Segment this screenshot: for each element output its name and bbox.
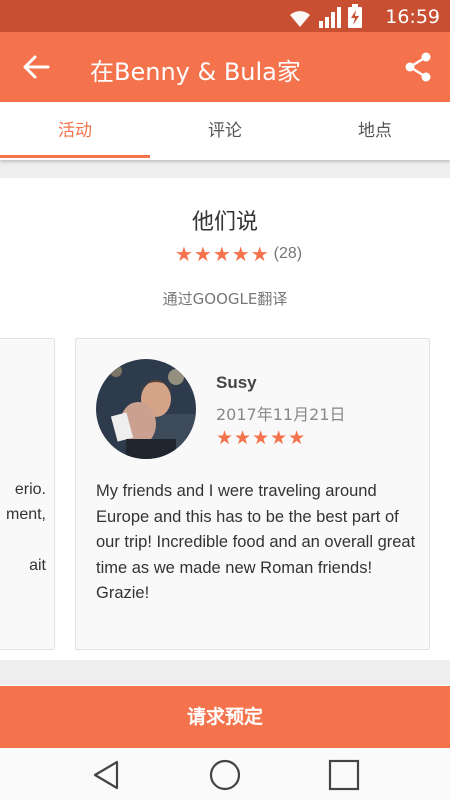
reviewer-avatar	[96, 359, 196, 459]
review-card[interactable]: Susy 2017年11月21日 ★★★★★ My friends and I …	[75, 338, 430, 650]
tab-reviews[interactable]: 评论	[150, 102, 300, 160]
previous-review-text-line: ait	[29, 557, 46, 574]
back-nav-icon[interactable]	[90, 758, 124, 792]
tab-location[interactable]: 地点	[300, 102, 450, 160]
battery-charging-icon	[348, 4, 362, 28]
overall-rating: ★★★★★ (28)	[175, 242, 302, 266]
wifi-icon	[290, 11, 310, 27]
page-title: 在Benny & Bula家	[90, 58, 301, 86]
app-bar: 在Benny & Bula家	[0, 32, 450, 102]
tab-activity[interactable]: 活动	[0, 102, 150, 160]
review-stars: ★★★★★	[216, 427, 307, 449]
recents-nav-icon[interactable]	[327, 758, 361, 792]
system-nav-bar	[0, 748, 450, 800]
signal-icon	[319, 7, 341, 28]
translated-by-google[interactable]: 通过GOOGLE翻译	[0, 288, 450, 309]
back-arrow-icon[interactable]	[22, 53, 50, 81]
review-count: (28)	[273, 245, 303, 262]
content-area: 他们说 ★★★★★ (28) 通过GOOGLE翻译 erio. ment, ai…	[0, 160, 450, 685]
reviews-title: 他们说	[191, 210, 258, 235]
tab-bar: 活动 评论 地点	[0, 102, 450, 160]
reviews-card: 他们说 ★★★★★ (28) 通过GOOGLE翻译 erio. ment, ai…	[0, 178, 450, 660]
share-icon[interactable]	[404, 52, 432, 82]
reviewer-name: Susy	[216, 373, 257, 392]
status-bar: 16:59	[0, 0, 450, 32]
previous-review-text-line: erio.	[14, 481, 46, 498]
previous-review-text-line: ment,	[5, 506, 46, 523]
status-icons	[288, 4, 362, 28]
previous-review-card[interactable]: erio. ment, ait	[0, 338, 55, 650]
request-booking-button[interactable]: 请求预定	[0, 686, 450, 748]
overall-stars: ★★★★★	[175, 242, 270, 266]
review-text: My friends and I were traveling around E…	[96, 482, 416, 602]
active-tab-indicator	[0, 155, 150, 158]
review-date: 2017年11月21日	[216, 405, 346, 424]
status-time: 16:59	[385, 6, 440, 28]
home-nav-icon[interactable]	[208, 758, 242, 792]
